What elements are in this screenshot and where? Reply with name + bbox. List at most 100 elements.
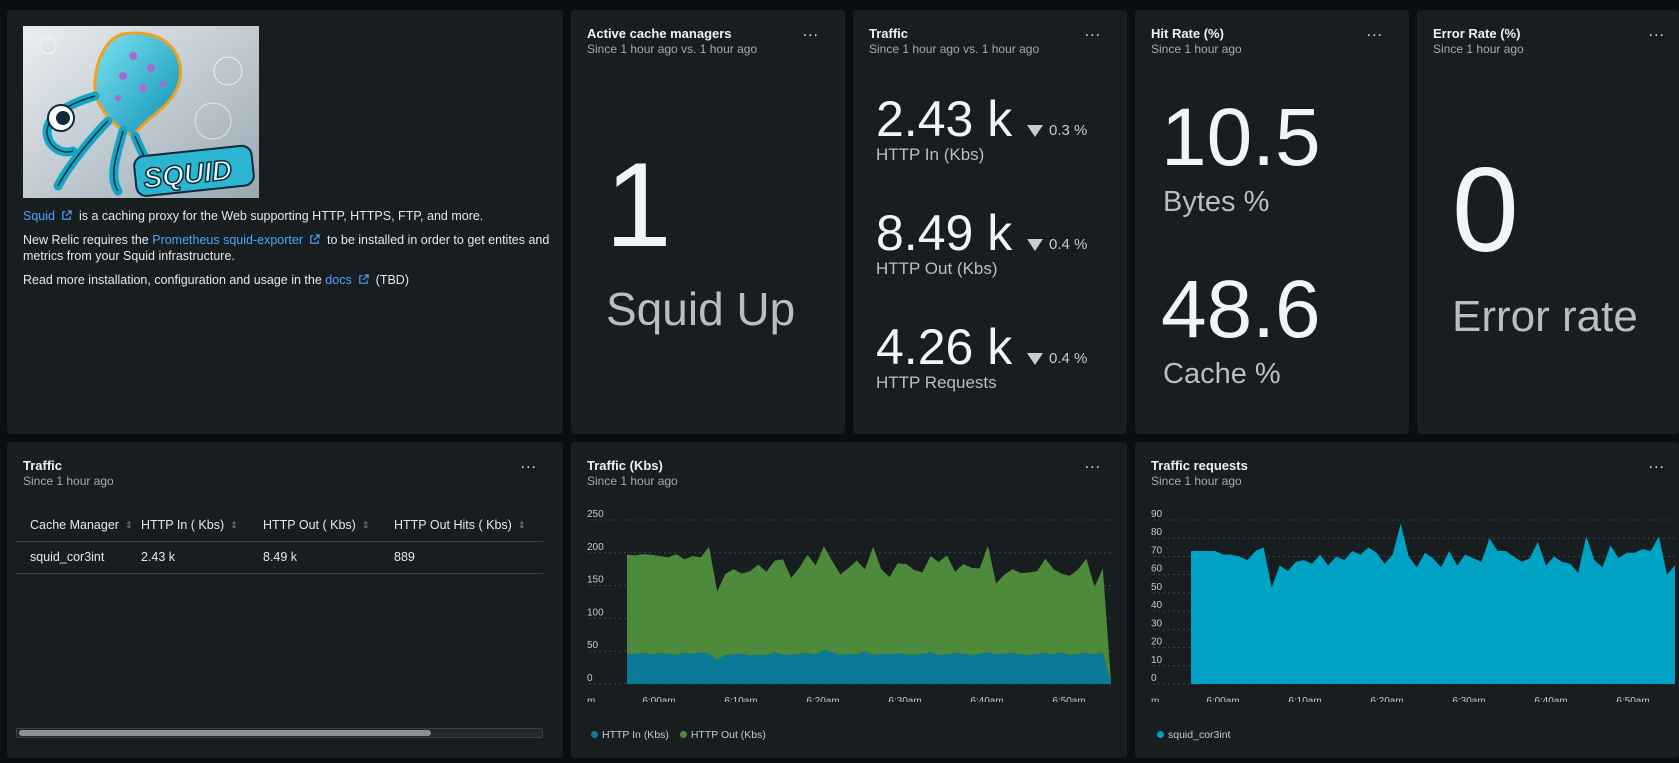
x-tick-label: 6:30am bbox=[1452, 696, 1485, 702]
y-tick-label: 60 bbox=[1151, 564, 1163, 575]
table-cell: 889 bbox=[394, 541, 543, 574]
traffic-table-card: Traffic Since 1 hour ago ... bbox=[7, 442, 563, 758]
info-card: SQUID Squid is a caching proxy for the W… bbox=[7, 10, 563, 434]
http-requests-delta-text: 0.4 % bbox=[1049, 350, 1088, 367]
down-triangle-icon bbox=[1027, 125, 1043, 138]
table-cell: 8.49 k bbox=[263, 541, 394, 574]
sort-icon[interactable]: ⇕ bbox=[230, 520, 238, 531]
legend-item-http-out[interactable]: HTTP Out (Kbs) bbox=[679, 729, 766, 741]
card-title: Active cache managers bbox=[587, 26, 732, 41]
legend-item-http-in[interactable]: HTTP In (Kbs) bbox=[591, 729, 669, 741]
card-subtitle: Since 1 hour ago bbox=[1151, 42, 1242, 56]
card-menu-button[interactable]: ... bbox=[521, 456, 537, 472]
x-tick-label: 6:00am bbox=[642, 696, 675, 702]
sort-icon[interactable]: ⇕ bbox=[518, 520, 526, 531]
legend-swatch bbox=[679, 731, 687, 738]
x-tick-label: 6:40am bbox=[1534, 696, 1567, 702]
column-header-label: Cache Manager bbox=[30, 517, 119, 532]
legend-label: HTTP Out (Kbs) bbox=[690, 729, 766, 741]
sort-icon[interactable]: ⇕ bbox=[362, 520, 370, 531]
down-triangle-icon bbox=[1027, 239, 1043, 252]
legend-swatch bbox=[1157, 731, 1164, 738]
http-out-label: HTTP Out (Kbs) bbox=[876, 259, 998, 278]
legend-swatch bbox=[591, 731, 598, 738]
cache-hit-label: Cache % bbox=[1163, 358, 1281, 390]
legend-item-squid-cor3int[interactable]: squid_cor3int bbox=[1157, 729, 1230, 741]
card-title: Hit Rate (%) bbox=[1151, 26, 1224, 41]
card-subtitle: Since 1 hour ago bbox=[587, 474, 678, 488]
hit-rate-card: Hit Rate (%) Since 1 hour ago ... 10.5 B… bbox=[1135, 10, 1409, 434]
traffic-requests-card: Traffic requests Since 1 hour ago ... 0 1… bbox=[1135, 442, 1679, 758]
traffic-requests-chart: 0 10 20 30 40 50 60 70 80 90 m 6:00am 6:10am 6:20am 6:… bbox=[1151, 509, 1675, 702]
scrollbar-thumb[interactable] bbox=[19, 730, 431, 736]
http-requests-value: 4.26 k bbox=[876, 319, 1013, 375]
horizontal-scrollbar[interactable] bbox=[16, 728, 543, 738]
traffic-kpi-card: Traffic Since 1 hour ago vs. 1 hour ago … bbox=[853, 10, 1127, 434]
y-tick-label: 0 bbox=[587, 673, 593, 684]
column-header-label: HTTP Out Hits ( Kbs) bbox=[394, 517, 512, 532]
table-cell: squid_cor3int bbox=[16, 541, 141, 574]
chart-legend: HTTP In (Kbs) HTTP Out (Kbs) bbox=[591, 729, 766, 741]
column-header-cache-manager[interactable]: Cache Manager ⇕ bbox=[16, 509, 141, 542]
x-tick-label: 6:40am bbox=[970, 696, 1003, 702]
http-in-value: 2.43 k bbox=[876, 91, 1013, 147]
table-header-row: Cache Manager ⇕ HTTP In ( Kbs) ⇕ HTTP Out … bbox=[16, 509, 543, 542]
http-in-label: HTTP In (Kbs) bbox=[876, 145, 985, 164]
y-tick-label: 80 bbox=[1151, 527, 1163, 538]
y-tick-label: 200 bbox=[587, 542, 604, 553]
traffic-kbs-chart: 0 50 100 150 200 250 m 6:00am 6:10am 6:20am 6:30am… bbox=[587, 509, 1111, 702]
info-line-3-post: (TBD) bbox=[375, 273, 409, 287]
column-header-http-out[interactable]: HTTP Out ( Kbs) ⇕ bbox=[263, 509, 394, 542]
x-tick-label: 6:10am bbox=[1288, 696, 1321, 702]
error-rate-label: Error rate bbox=[1452, 292, 1638, 341]
column-header-http-out-hits[interactable]: HTTP Out Hits ( Kbs) ⇕ bbox=[394, 509, 543, 542]
card-subtitle: Since 1 hour ago bbox=[23, 474, 114, 488]
error-rate-card: Error Rate (%) Since 1 hour ago ... 0 Er… bbox=[1417, 10, 1679, 434]
y-tick-label: 40 bbox=[1151, 600, 1163, 611]
card-menu-button[interactable]: ... bbox=[1367, 24, 1383, 40]
area-series-squid-cor3int bbox=[1191, 523, 1675, 684]
x-tick-label: 6:50am bbox=[1052, 696, 1085, 702]
docs-link[interactable]: docs bbox=[325, 273, 351, 287]
y-tick-label: 250 bbox=[587, 509, 604, 520]
card-subtitle: Since 1 hour ago vs. 1 hour ago bbox=[869, 42, 1040, 56]
external-link-icon[interactable] bbox=[358, 274, 369, 285]
sort-icon[interactable]: ⇕ bbox=[125, 520, 133, 531]
x-tick-label: 6:30am bbox=[888, 696, 921, 702]
card-title: Traffic (Kbs) bbox=[587, 458, 663, 473]
card-menu-button[interactable]: ... bbox=[803, 24, 819, 40]
card-title: Traffic requests bbox=[1151, 458, 1248, 473]
area-series-http-in-kbs- bbox=[627, 649, 1111, 684]
y-tick-label: 20 bbox=[1151, 637, 1163, 648]
y-tick-label: 0 bbox=[1151, 673, 1157, 684]
squid-link[interactable]: Squid bbox=[23, 209, 55, 223]
info-line-1: Squid is a caching proxy for the Web sup… bbox=[23, 208, 553, 224]
x-tick-label: 6:00am bbox=[1206, 696, 1239, 702]
http-requests-delta: 0.4 % bbox=[1027, 350, 1087, 367]
y-tick-label: 70 bbox=[1151, 545, 1163, 556]
info-line-2-pre: New Relic requires the bbox=[23, 233, 149, 247]
external-link-icon[interactable] bbox=[309, 234, 320, 245]
http-out-value: 8.49 k bbox=[876, 205, 1013, 261]
column-header-http-in[interactable]: HTTP In ( Kbs) ⇕ bbox=[141, 509, 263, 542]
card-menu-button[interactable]: ... bbox=[1649, 456, 1665, 472]
y-tick-label: 90 bbox=[1151, 509, 1163, 520]
external-link-icon[interactable] bbox=[61, 210, 72, 221]
y-tick-label: 50 bbox=[587, 640, 599, 651]
card-subtitle: Since 1 hour ago bbox=[1151, 474, 1242, 488]
info-line-1-text: is a caching proxy for the Web supportin… bbox=[78, 209, 484, 223]
http-out-delta: 0.4 % bbox=[1027, 236, 1087, 253]
squid-exporter-link[interactable]: Prometheus squid-exporter bbox=[152, 233, 303, 247]
card-menu-button[interactable]: ... bbox=[1085, 24, 1101, 40]
card-subtitle: Since 1 hour ago bbox=[1433, 42, 1524, 56]
card-menu-button[interactable]: ... bbox=[1649, 24, 1665, 40]
http-in-delta: 0.3 % bbox=[1027, 122, 1087, 139]
card-title: Traffic bbox=[23, 458, 63, 473]
column-header-label: HTTP Out ( Kbs) bbox=[263, 517, 356, 532]
table-row[interactable]: squid_cor3int 2.43 k 8.49 k 889 bbox=[16, 541, 543, 574]
x-tick-label: 6:20am bbox=[806, 696, 839, 702]
squid-up-label: Squid Up bbox=[606, 283, 796, 335]
card-menu-button[interactable]: ... bbox=[1085, 456, 1101, 472]
active-cache-managers-card: Active cache managers Since 1 hour ago v… bbox=[571, 10, 845, 434]
chart-legend: squid_cor3int bbox=[1157, 729, 1230, 741]
